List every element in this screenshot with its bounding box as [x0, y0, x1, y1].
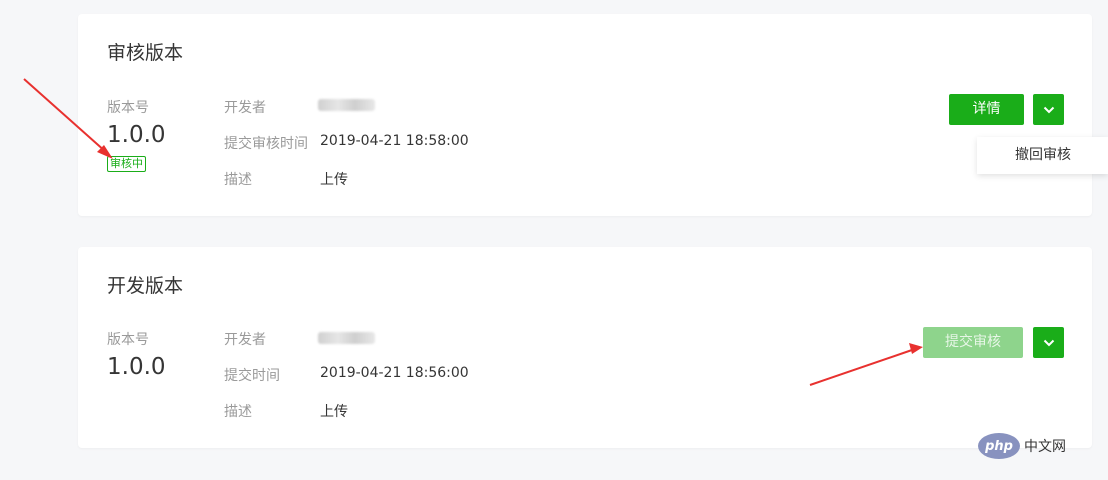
- submit-time-value: 2019-04-21 18:58:00: [320, 133, 469, 149]
- developer-label: 开发者: [224, 100, 266, 116]
- submit-time-label: 提交审核时间: [224, 136, 308, 152]
- details-button[interactable]: 详情: [949, 94, 1024, 125]
- dev-version-card: 开发版本 版本号 1.0.0 开发者 提交时间 2019-04-21 18:56…: [78, 247, 1092, 448]
- chevron-down-icon: [1043, 106, 1054, 113]
- submit-review-button[interactable]: 提交审核: [923, 327, 1023, 358]
- developer-name-blurred: [318, 99, 375, 111]
- description-value: 上传: [320, 172, 348, 188]
- version-label: 版本号: [107, 100, 149, 116]
- more-actions-button[interactable]: [1033, 327, 1064, 358]
- site-watermark: php 中文网: [978, 433, 1066, 459]
- version-number: 1.0.0: [107, 354, 166, 380]
- version-label: 版本号: [107, 332, 149, 348]
- description-label: 描述: [224, 404, 252, 420]
- description-label: 描述: [224, 172, 252, 188]
- chevron-down-icon: [1043, 339, 1054, 346]
- submit-time-label: 提交时间: [224, 368, 280, 384]
- submit-time-value: 2019-04-21 18:56:00: [320, 365, 469, 381]
- more-actions-dropdown: 撤回审核: [977, 137, 1108, 174]
- developer-label: 开发者: [224, 332, 266, 348]
- withdraw-review-menu-item[interactable]: 撤回审核: [977, 137, 1108, 174]
- watermark-text: 中文网: [1024, 439, 1066, 455]
- php-logo: php: [978, 433, 1020, 459]
- more-actions-button[interactable]: [1033, 94, 1064, 125]
- status-badge: 审核中: [107, 156, 146, 172]
- card-title: 开发版本: [107, 275, 184, 297]
- developer-name-blurred: [318, 332, 375, 344]
- review-version-card: 审核版本 版本号 1.0.0 审核中 开发者 提交审核时间 2019-04-21…: [78, 14, 1092, 216]
- card-title: 审核版本: [107, 42, 184, 64]
- version-number: 1.0.0: [107, 122, 166, 148]
- description-value: 上传: [320, 404, 348, 420]
